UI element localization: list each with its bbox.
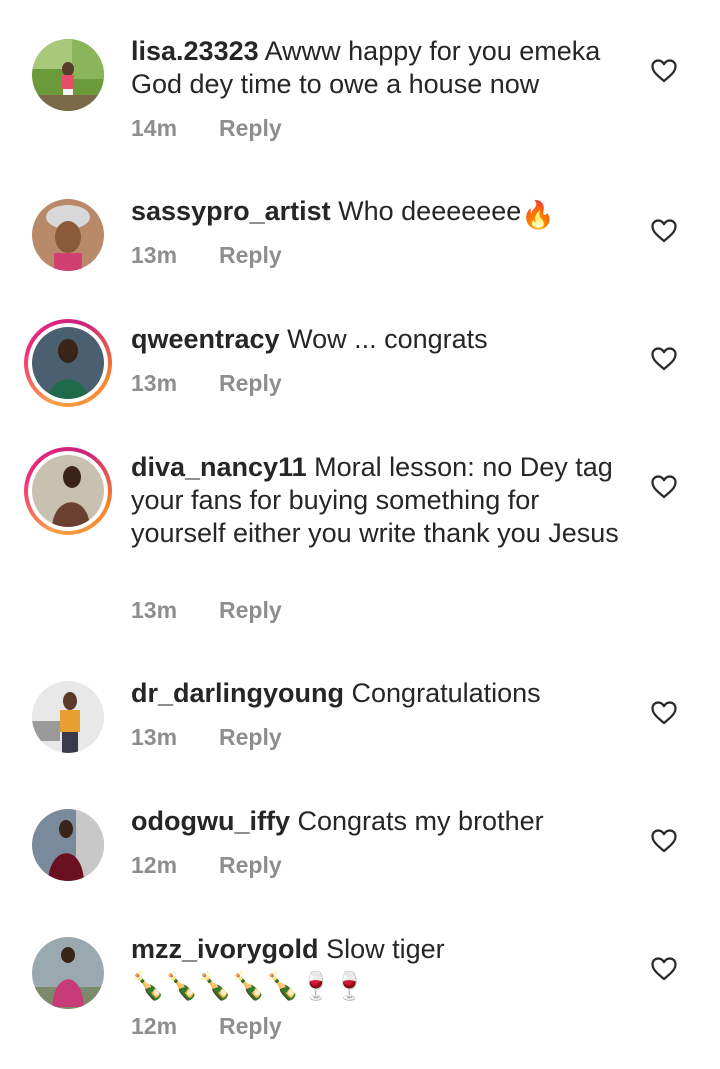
avatar-image	[32, 809, 104, 881]
reply-button[interactable]: Reply	[219, 1013, 282, 1039]
comment-username[interactable]: lisa.23323	[131, 36, 259, 66]
comments-list: lisa.23323 Awww happy for you emeka God …	[0, 0, 720, 1069]
comment-time: 13m	[131, 370, 178, 396]
comment-body: dr_darlingyoung Congratulations	[131, 677, 621, 710]
comment-meta: 13m Reply	[131, 724, 282, 751]
avatar-diva-nancy-story-ring[interactable]	[24, 447, 112, 535]
comment-username[interactable]: dr_darlingyoung	[131, 678, 344, 708]
avatar-image	[32, 937, 104, 1009]
heart-outline-icon[interactable]	[651, 475, 677, 499]
comment-time: 14m	[131, 115, 178, 141]
comment-time: 13m	[131, 597, 178, 623]
heart-outline-icon[interactable]	[651, 219, 677, 243]
reply-button[interactable]: Reply	[219, 852, 282, 878]
comment-time: 13m	[131, 242, 178, 268]
comment-time: 12m	[131, 1013, 178, 1039]
comment-text: Congrats my brother	[297, 806, 544, 836]
comment-username[interactable]: odogwu_iffy	[131, 806, 290, 836]
avatar-lisa[interactable]	[32, 39, 104, 111]
comment-username[interactable]: mzz_ivorygold	[131, 934, 319, 964]
comment-body: lisa.23323 Awww happy for you emeka God …	[131, 35, 621, 101]
avatar-dr-darlingyoung[interactable]	[32, 681, 104, 753]
comment-username[interactable]: sassypro_artist	[131, 196, 331, 226]
comment-text: Who deeeeeee	[338, 196, 522, 226]
reply-button[interactable]: Reply	[219, 597, 282, 623]
reply-button[interactable]: Reply	[219, 115, 282, 141]
heart-outline-icon[interactable]	[651, 347, 677, 371]
fire-emoji: 🔥	[521, 200, 555, 230]
comment-meta: 13m Reply	[131, 597, 282, 624]
avatar-image	[32, 39, 104, 111]
comment-meta: 13m Reply	[131, 370, 282, 397]
comment-body: sassypro_artist Who deeeeeee🔥	[131, 195, 621, 232]
avatar-image	[32, 199, 104, 271]
comment-meta: 13m Reply	[131, 242, 282, 269]
comment-time: 12m	[131, 852, 178, 878]
comment-username[interactable]: diva_nancy11	[131, 452, 307, 482]
comment-body: mzz_ivorygold Slow tiger 🍾🍾🍾🍾🍾🍷🍷	[131, 933, 621, 1003]
comment-text: Congratulations	[351, 678, 541, 708]
reply-button[interactable]: Reply	[219, 242, 282, 268]
avatar-qweentracy-story-ring[interactable]	[24, 319, 112, 407]
champagne-wine-emojis: 🍾🍾🍾🍾🍾🍷🍷	[131, 971, 367, 1001]
comment-text: Wow ... congrats	[287, 324, 488, 354]
reply-button[interactable]: Reply	[219, 370, 282, 396]
comment-meta: 12m Reply	[131, 1013, 282, 1040]
comment-text: Slow tiger	[326, 934, 445, 964]
comment-meta: 14m Reply	[131, 115, 282, 142]
avatar-image	[32, 327, 104, 399]
heart-outline-icon[interactable]	[651, 829, 677, 853]
avatar-odogwu-iffy[interactable]	[32, 809, 104, 881]
avatar-image	[32, 455, 104, 527]
avatar-sassypro[interactable]	[32, 199, 104, 271]
avatar-image	[32, 681, 104, 753]
heart-outline-icon[interactable]	[651, 701, 677, 725]
comment-username[interactable]: qweentracy	[131, 324, 280, 354]
avatar-mzz-ivorygold[interactable]	[32, 937, 104, 1009]
comment-body: diva_nancy11 Moral lesson: no Dey tag yo…	[131, 451, 621, 550]
heart-outline-icon[interactable]	[651, 59, 677, 83]
comment-meta: 12m Reply	[131, 852, 282, 879]
comment-body: odogwu_iffy Congrats my brother	[131, 805, 621, 838]
comment-body: qweentracy Wow ... congrats	[131, 323, 621, 356]
heart-outline-icon[interactable]	[651, 957, 677, 981]
comment-time: 13m	[131, 724, 178, 750]
reply-button[interactable]: Reply	[219, 724, 282, 750]
